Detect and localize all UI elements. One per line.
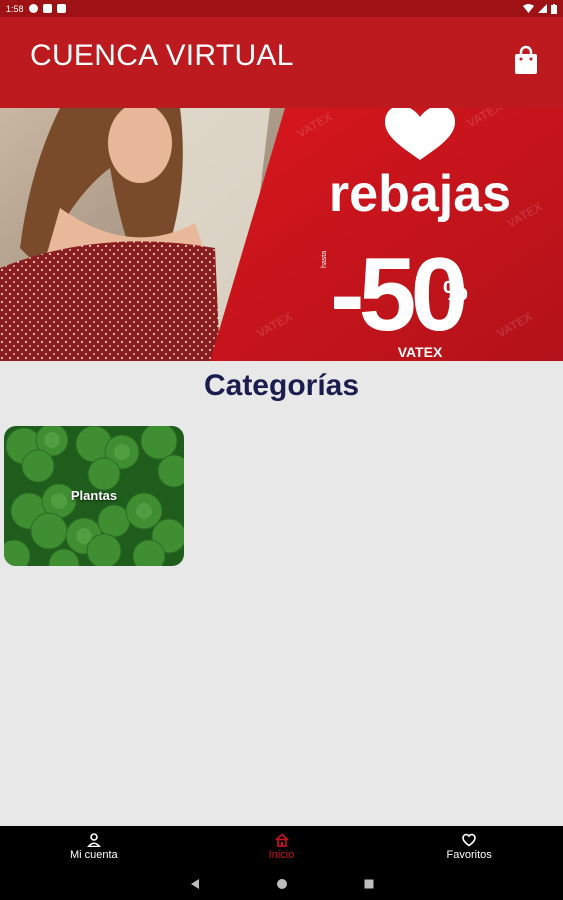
category-label: Plantas — [70, 488, 118, 503]
nav-item-favoritos[interactable]: Favoritos — [375, 826, 563, 868]
heart-icon — [462, 833, 476, 847]
bottom-nav: Mi cuenta Inicio Favoritos — [0, 826, 563, 868]
person-icon — [86, 833, 101, 847]
system-nav-bar — [0, 868, 563, 900]
back-icon[interactable] — [189, 878, 201, 890]
app-bar: CUENCA VIRTUAL — [0, 17, 563, 108]
home-circle-icon[interactable] — [276, 878, 288, 890]
home-icon — [274, 833, 289, 847]
cart-button[interactable] — [511, 43, 541, 77]
banner-prefix: hasta — [321, 251, 328, 268]
categories-title: Categorías — [203, 369, 360, 402]
promo-banner[interactable]: rebajas hasta -50 % VATEX VATEX VATEX VA… — [0, 108, 563, 361]
promo-banner-image: rebajas hasta -50 % VATEX VATEX VATEX VA… — [0, 108, 563, 361]
battery-icon — [551, 3, 557, 14]
app-notification-icon — [56, 4, 66, 13]
wifi-icon — [523, 4, 534, 13]
nav-item-mi-cuenta[interactable]: Mi cuenta — [0, 826, 188, 868]
status-time: 1:58 — [6, 3, 24, 14]
banner-brand: VATEX — [398, 344, 443, 360]
category-card-plantas[interactable]: Plantas — [4, 426, 184, 566]
notification-icon — [28, 4, 38, 13]
nav-label: Favoritos — [446, 849, 492, 861]
nav-label: Inicio — [268, 849, 295, 861]
banner-percent: % — [443, 275, 468, 306]
app-title: CUENCA VIRTUAL — [30, 39, 294, 72]
sim-icon — [42, 4, 52, 13]
recents-icon[interactable] — [363, 878, 375, 890]
shopping-bag-icon — [515, 45, 537, 74]
nav-label: Mi cuenta — [69, 849, 118, 861]
status-bar: 1:58 — [0, 0, 563, 17]
main-content: Categorías Plantas — [0, 361, 563, 826]
nav-item-inicio[interactable]: Inicio — [188, 826, 376, 868]
banner-headline: rebajas — [329, 165, 511, 223]
signal-icon — [538, 4, 547, 13]
